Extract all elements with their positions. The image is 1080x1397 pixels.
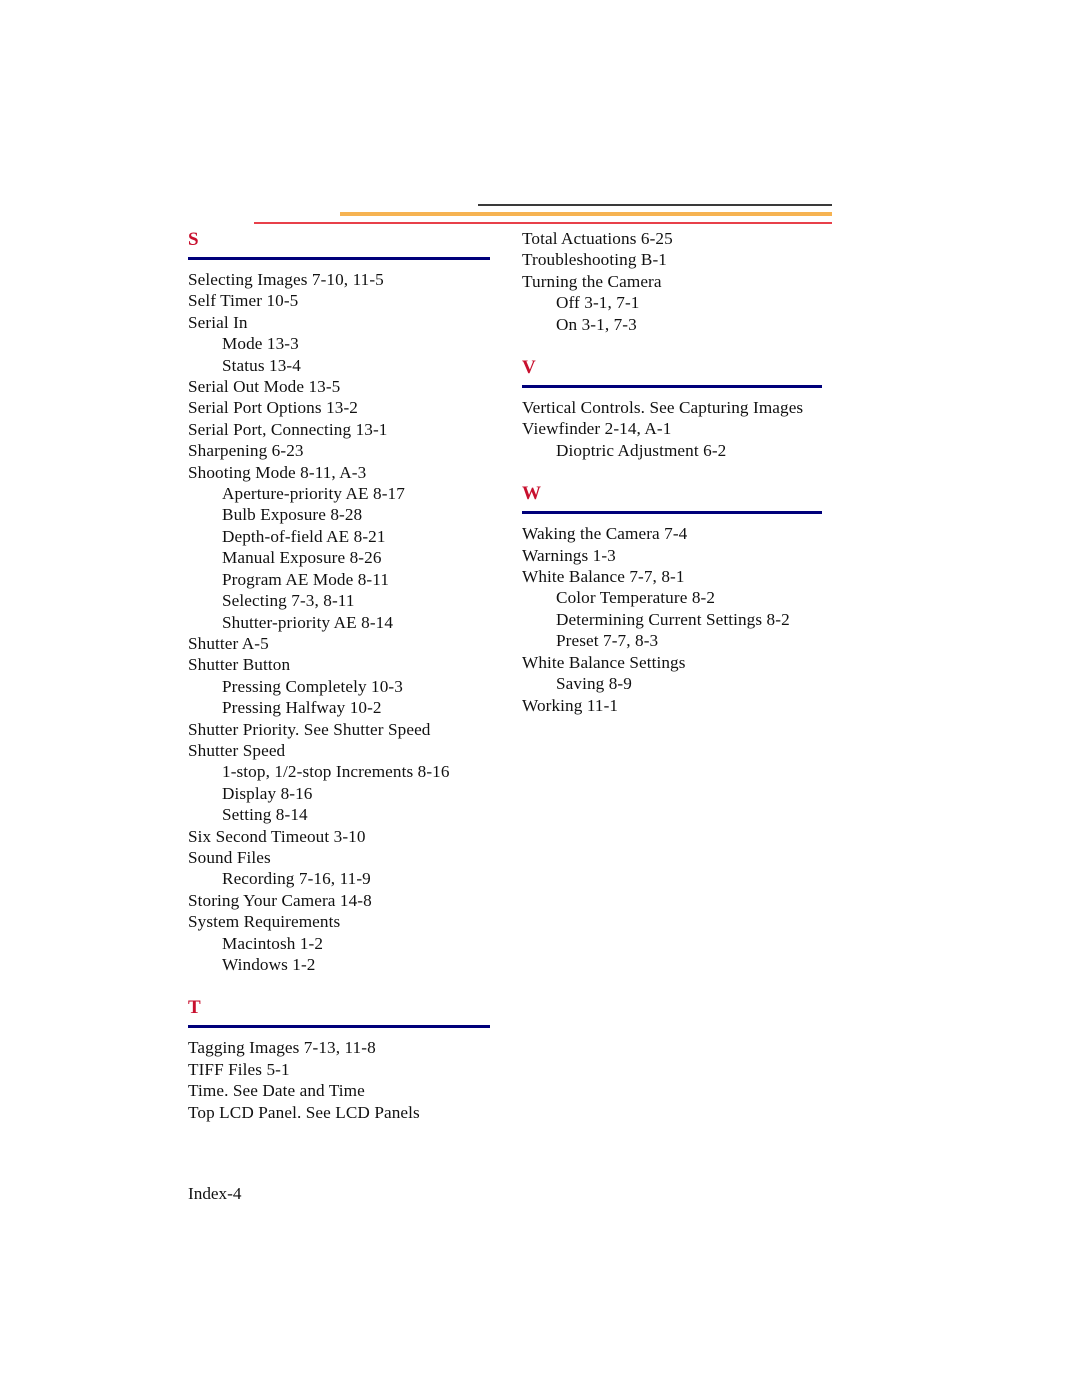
section-divider-rule <box>522 511 822 515</box>
section-letter-heading: W <box>522 483 541 505</box>
index-subentry[interactable]: Program AE Mode 8-11 <box>188 569 518 590</box>
index-subentry[interactable]: Depth-of-field AE 8-21 <box>188 526 518 547</box>
index-entry[interactable]: Troubleshooting B-1 <box>522 249 852 270</box>
index-subentry[interactable]: On 3-1, 7-3 <box>522 314 852 335</box>
index-subentry[interactable]: Selecting 7-3, 8-11 <box>188 590 518 611</box>
index-entry-list: Tagging Images 7-13, 11-8 TIFF Files 5-1 T… <box>188 1037 518 1123</box>
index-section-v: V Vertical Controls. See Capturing Images… <box>522 356 852 461</box>
page-footer-label: Index-4 <box>188 1184 242 1203</box>
index-entry[interactable]: Viewfinder 2-14, A-1 <box>522 418 852 439</box>
index-subentry[interactable]: Determining Current Settings 8-2 <box>522 609 852 630</box>
index-entry[interactable]: TIFF Files 5-1 <box>188 1059 518 1080</box>
index-column-right: Total Actuations 6-25 Troubleshooting B-1… <box>522 228 852 716</box>
section-letter-heading: T <box>188 997 201 1019</box>
index-subentry[interactable]: Preset 7-7, 8-3 <box>522 630 852 651</box>
index-subentry[interactable]: Dioptric Adjustment 6-2 <box>522 440 852 461</box>
index-column-left: S Selecting Images 7-10, 11-5 Self Timer 1… <box>188 228 518 1123</box>
index-entry[interactable]: Serial In <box>188 312 518 333</box>
index-entry[interactable]: Serial Port Options 13-2 <box>188 397 518 418</box>
index-subentry[interactable]: Pressing Completely 10-3 <box>188 676 518 697</box>
index-entry[interactable]: Sharpening 6-23 <box>188 440 518 461</box>
header-rule-red <box>254 222 832 224</box>
index-entry-list: Total Actuations 6-25 Troubleshooting B-1… <box>522 228 852 335</box>
index-entry[interactable]: Sound Files <box>188 847 518 868</box>
index-subentry[interactable]: Mode 13-3 <box>188 333 518 354</box>
index-entry[interactable]: White Balance 7-7, 8-1 <box>522 566 852 587</box>
index-subentry[interactable]: Windows 1-2 <box>188 954 518 975</box>
index-entry[interactable]: Six Second Timeout 3-10 <box>188 826 518 847</box>
index-section-continued: Total Actuations 6-25 Troubleshooting B-1… <box>522 228 852 335</box>
index-entry[interactable]: Tagging Images 7-13, 11-8 <box>188 1037 518 1058</box>
index-subentry[interactable]: 1-stop, 1/2-stop Increments 8-16 <box>188 761 518 782</box>
section-divider-rule <box>522 385 822 389</box>
index-subentry[interactable]: Pressing Halfway 10-2 <box>188 697 518 718</box>
index-entry[interactable]: System Requirements <box>188 911 518 932</box>
index-subentry[interactable]: Shutter-priority AE 8-14 <box>188 612 518 633</box>
section-divider-rule <box>188 1025 490 1029</box>
index-page: S Selecting Images 7-10, 11-5 Self Timer 1… <box>0 0 1080 1397</box>
index-entry-list: Selecting Images 7-10, 11-5 Self Timer 10… <box>188 269 518 975</box>
header-rule-black <box>478 204 832 206</box>
index-entry[interactable]: Shooting Mode 8-11, A-3 <box>188 462 518 483</box>
header-rule-orange <box>340 212 832 216</box>
index-subentry[interactable]: Recording 7-16, 11-9 <box>188 868 518 889</box>
section-divider-rule <box>188 257 490 260</box>
index-entry[interactable]: Serial Port, Connecting 13-1 <box>188 419 518 440</box>
index-entry[interactable]: Vertical Controls. See Capturing Images <box>522 397 852 418</box>
index-subentry[interactable]: Bulb Exposure 8-28 <box>188 504 518 525</box>
index-entry[interactable]: Total Actuations 6-25 <box>522 228 852 249</box>
index-subentry[interactable]: Display 8-16 <box>188 783 518 804</box>
index-entry-list: Waking the Camera 7-4 Warnings 1-3 White B… <box>522 523 852 716</box>
index-subentry[interactable]: Color Temperature 8-2 <box>522 587 852 608</box>
index-section-s: S Selecting Images 7-10, 11-5 Self Timer 1… <box>188 228 518 975</box>
section-letter-heading: V <box>522 357 536 379</box>
index-subentry[interactable]: Status 13-4 <box>188 355 518 376</box>
index-subentry[interactable]: Aperture-priority AE 8-17 <box>188 483 518 504</box>
index-subentry[interactable]: Manual Exposure 8-26 <box>188 547 518 568</box>
index-entry[interactable]: Waking the Camera 7-4 <box>522 523 852 544</box>
index-entry[interactable]: Storing Your Camera 14-8 <box>188 890 518 911</box>
index-entry-list: Vertical Controls. See Capturing Images V… <box>522 397 852 461</box>
index-subentry[interactable]: Macintosh 1-2 <box>188 933 518 954</box>
index-entry[interactable]: Turning the Camera <box>522 271 852 292</box>
index-entry[interactable]: Shutter Button <box>188 654 518 675</box>
index-subentry[interactable]: Off 3-1, 7-1 <box>522 292 852 313</box>
section-letter-heading: S <box>188 229 199 250</box>
index-subentry[interactable]: Saving 8-9 <box>522 673 852 694</box>
index-entry[interactable]: Time. See Date and Time <box>188 1080 518 1101</box>
index-entry[interactable]: Shutter Speed <box>188 740 518 761</box>
index-entry[interactable]: Shutter Priority. See Shutter Speed <box>188 719 518 740</box>
index-subentry[interactable]: Setting 8-14 <box>188 804 518 825</box>
index-entry[interactable]: Serial Out Mode 13-5 <box>188 376 518 397</box>
index-entry[interactable]: Self Timer 10-5 <box>188 290 518 311</box>
header-decorative-rules <box>0 196 1080 230</box>
index-section-w: W Waking the Camera 7-4 Warnings 1-3 White … <box>522 482 852 716</box>
index-entry[interactable]: Warnings 1-3 <box>522 545 852 566</box>
index-entry[interactable]: White Balance Settings <box>522 652 852 673</box>
index-entry[interactable]: Selecting Images 7-10, 11-5 <box>188 269 518 290</box>
index-section-t: T Tagging Images 7-13, 11-8 TIFF Files 5-1… <box>188 996 518 1123</box>
index-entry[interactable]: Top LCD Panel. See LCD Panels <box>188 1102 518 1123</box>
index-entry[interactable]: Working 11-1 <box>522 695 852 716</box>
index-entry[interactable]: Shutter A-5 <box>188 633 518 654</box>
